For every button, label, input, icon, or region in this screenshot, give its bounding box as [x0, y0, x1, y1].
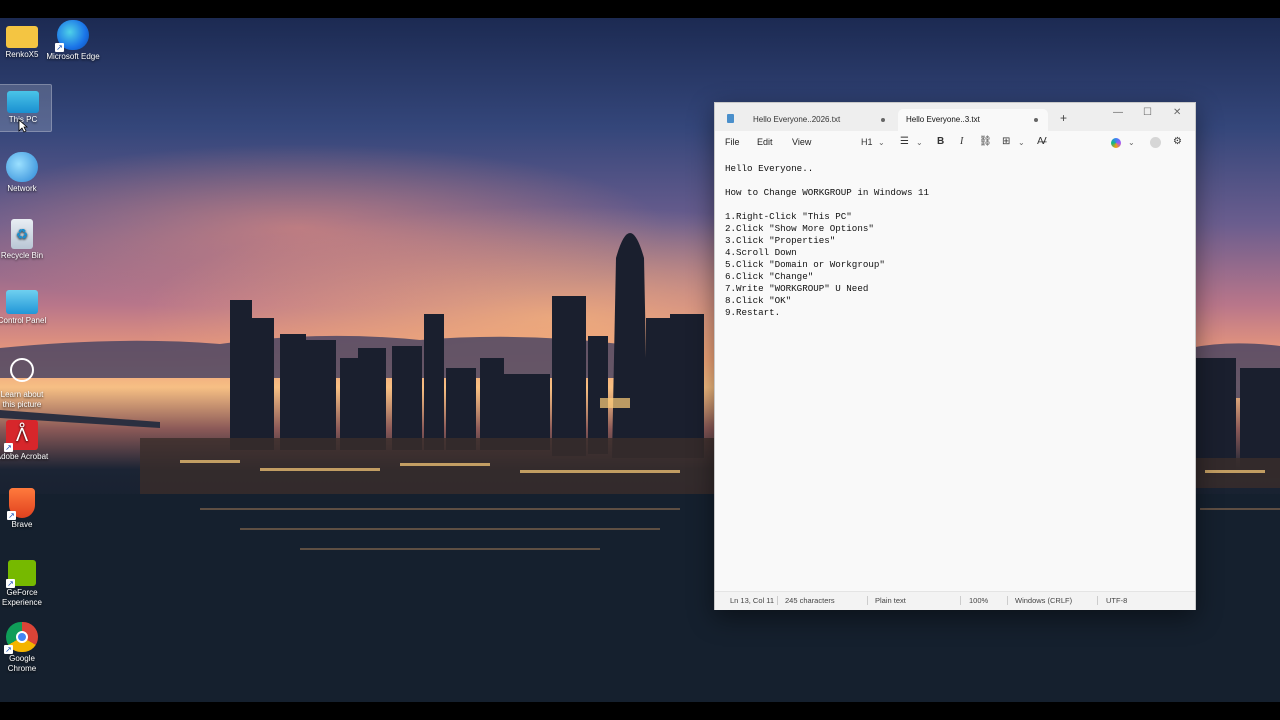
copilot-icon[interactable] [1111, 138, 1121, 148]
table-icon[interactable]: ⊞ [1002, 136, 1010, 147]
shortcut-arrow-icon: ↗ [55, 43, 64, 52]
minimize-button[interactable]: — [1113, 107, 1123, 118]
network-icon [6, 152, 38, 182]
notepad-window[interactable]: Hello Everyone..2026.txt Hello Everyone.… [714, 102, 1196, 610]
cursor-position[interactable]: Ln 13, Col 11 [730, 596, 774, 605]
status-divider [867, 596, 868, 605]
heading-chevron-down-icon[interactable]: ⌄ [878, 138, 885, 147]
recycle-bin-icon: ♻ [11, 219, 33, 249]
monitor-icon [7, 91, 39, 113]
italic-button[interactable]: I [960, 136, 963, 147]
menu-edit[interactable]: Edit [757, 137, 773, 147]
status-divider [777, 596, 778, 605]
editor-line: 4.Scroll Down [725, 247, 797, 258]
desktop-icon-learn-picture[interactable]: Learn about this picture [0, 358, 50, 410]
mouse-cursor-icon [18, 119, 28, 133]
status-divider [960, 596, 961, 605]
shortcut-arrow-icon: ↗ [6, 579, 15, 588]
desktop-icon-renkox5[interactable]: RenkoX5 [0, 20, 50, 60]
editor-line: How to Change WORKGROUP in Windows 11 [725, 187, 929, 198]
status-divider [1097, 596, 1098, 605]
bold-button[interactable]: B [937, 136, 944, 147]
editor-line: Hello Everyone.. [725, 163, 814, 174]
table-chevron-down-icon[interactable]: ⌄ [1018, 138, 1025, 147]
maximize-button[interactable]: ☐ [1143, 107, 1152, 118]
encoding[interactable]: UTF-8 [1106, 596, 1127, 605]
title-bar[interactable]: Hello Everyone..2026.txt Hello Everyone.… [715, 103, 1195, 131]
desktop-icon-brave[interactable]: ↗ Brave [0, 488, 50, 530]
editor-line: 6.Click "Change" [725, 271, 814, 282]
nvidia-icon: ↗ [6, 560, 36, 588]
notepad-app-icon [727, 114, 734, 123]
editor-line: 7.Write "WORKGROUP" U Need [725, 283, 869, 294]
tab-hello-everyone-3[interactable]: Hello Everyone..3.txt [898, 109, 1048, 131]
desktop-icon-geforce[interactable]: ↗ GeForce Experience [0, 556, 50, 608]
shortcut-arrow-icon: ↗ [4, 443, 13, 452]
editor-line: 3.Click "Properties" [725, 235, 836, 246]
status-bar: Ln 13, Col 11 245 characters Plain text … [715, 591, 1195, 610]
desktop-icon-control-panel[interactable]: Control Panel [0, 286, 50, 326]
camera-icon [10, 358, 34, 382]
editor-line: 5.Click "Domain or Workgroup" [725, 259, 885, 270]
unsaved-dot-icon [1034, 118, 1038, 122]
desktop-icon-edge[interactable]: ↗ Microsoft Edge [45, 20, 101, 62]
edge-icon: ↗ [55, 20, 89, 52]
shortcut-arrow-icon: ↗ [4, 645, 13, 654]
shortcut-arrow-icon: ↗ [7, 511, 16, 520]
tab-hello-everyone-2026[interactable]: Hello Everyone..2026.txt [745, 109, 895, 131]
list-chevron-down-icon[interactable]: ⌄ [916, 138, 923, 147]
list-icon[interactable]: ☰ [900, 136, 909, 147]
heading-button[interactable]: H1 [861, 137, 873, 147]
new-tab-button[interactable]: + [1060, 111, 1067, 125]
close-button[interactable]: ✕ [1173, 107, 1181, 118]
editor-line: 1.Right-Click "This PC" [725, 211, 852, 222]
text-editor[interactable]: Hello Everyone.. How to Change WORKGROUP… [725, 163, 1185, 583]
clear-formatting-icon[interactable]: Ꜻ [1037, 136, 1047, 147]
copilot-chevron-down-icon[interactable]: ⌄ [1128, 138, 1135, 147]
desktop-icon-acrobat[interactable]: ᐰ ↗ Adobe Acrobat [0, 420, 50, 462]
menu-bar: File Edit View H1 ⌄ ☰ ⌄ B I ⛓ ⊞ ⌄ Ꜻ ⌄ ⚙ [715, 131, 1195, 155]
menu-file[interactable]: File [725, 137, 740, 147]
desktop-icon-chrome[interactable]: ↗ Google Chrome [0, 622, 50, 674]
acrobat-icon: ᐰ ↗ [4, 420, 38, 452]
character-count: 245 characters [785, 596, 835, 605]
menu-view[interactable]: View [792, 137, 811, 147]
desktop-icon-network[interactable]: Network [0, 152, 50, 194]
zoom-level[interactable]: 100% [969, 596, 988, 605]
link-icon[interactable]: ⛓ [979, 136, 992, 147]
control-panel-icon [6, 290, 38, 314]
text-format[interactable]: Plain text [875, 596, 906, 605]
folder-icon [6, 26, 38, 48]
brave-icon: ↗ [7, 488, 35, 520]
editor-line: 2.Click "Show More Options" [725, 223, 874, 234]
account-icon[interactable] [1150, 137, 1161, 148]
line-ending[interactable]: Windows (CRLF) [1015, 596, 1072, 605]
settings-gear-icon[interactable]: ⚙ [1173, 136, 1182, 147]
chrome-icon: ↗ [4, 622, 38, 654]
desktop-icon-recycle-bin[interactable]: ♻ Recycle Bin [0, 219, 50, 261]
unsaved-dot-icon [881, 118, 885, 122]
editor-line: 8.Click "OK" [725, 295, 792, 306]
editor-line: 9.Restart. [725, 307, 781, 318]
status-divider [1007, 596, 1008, 605]
